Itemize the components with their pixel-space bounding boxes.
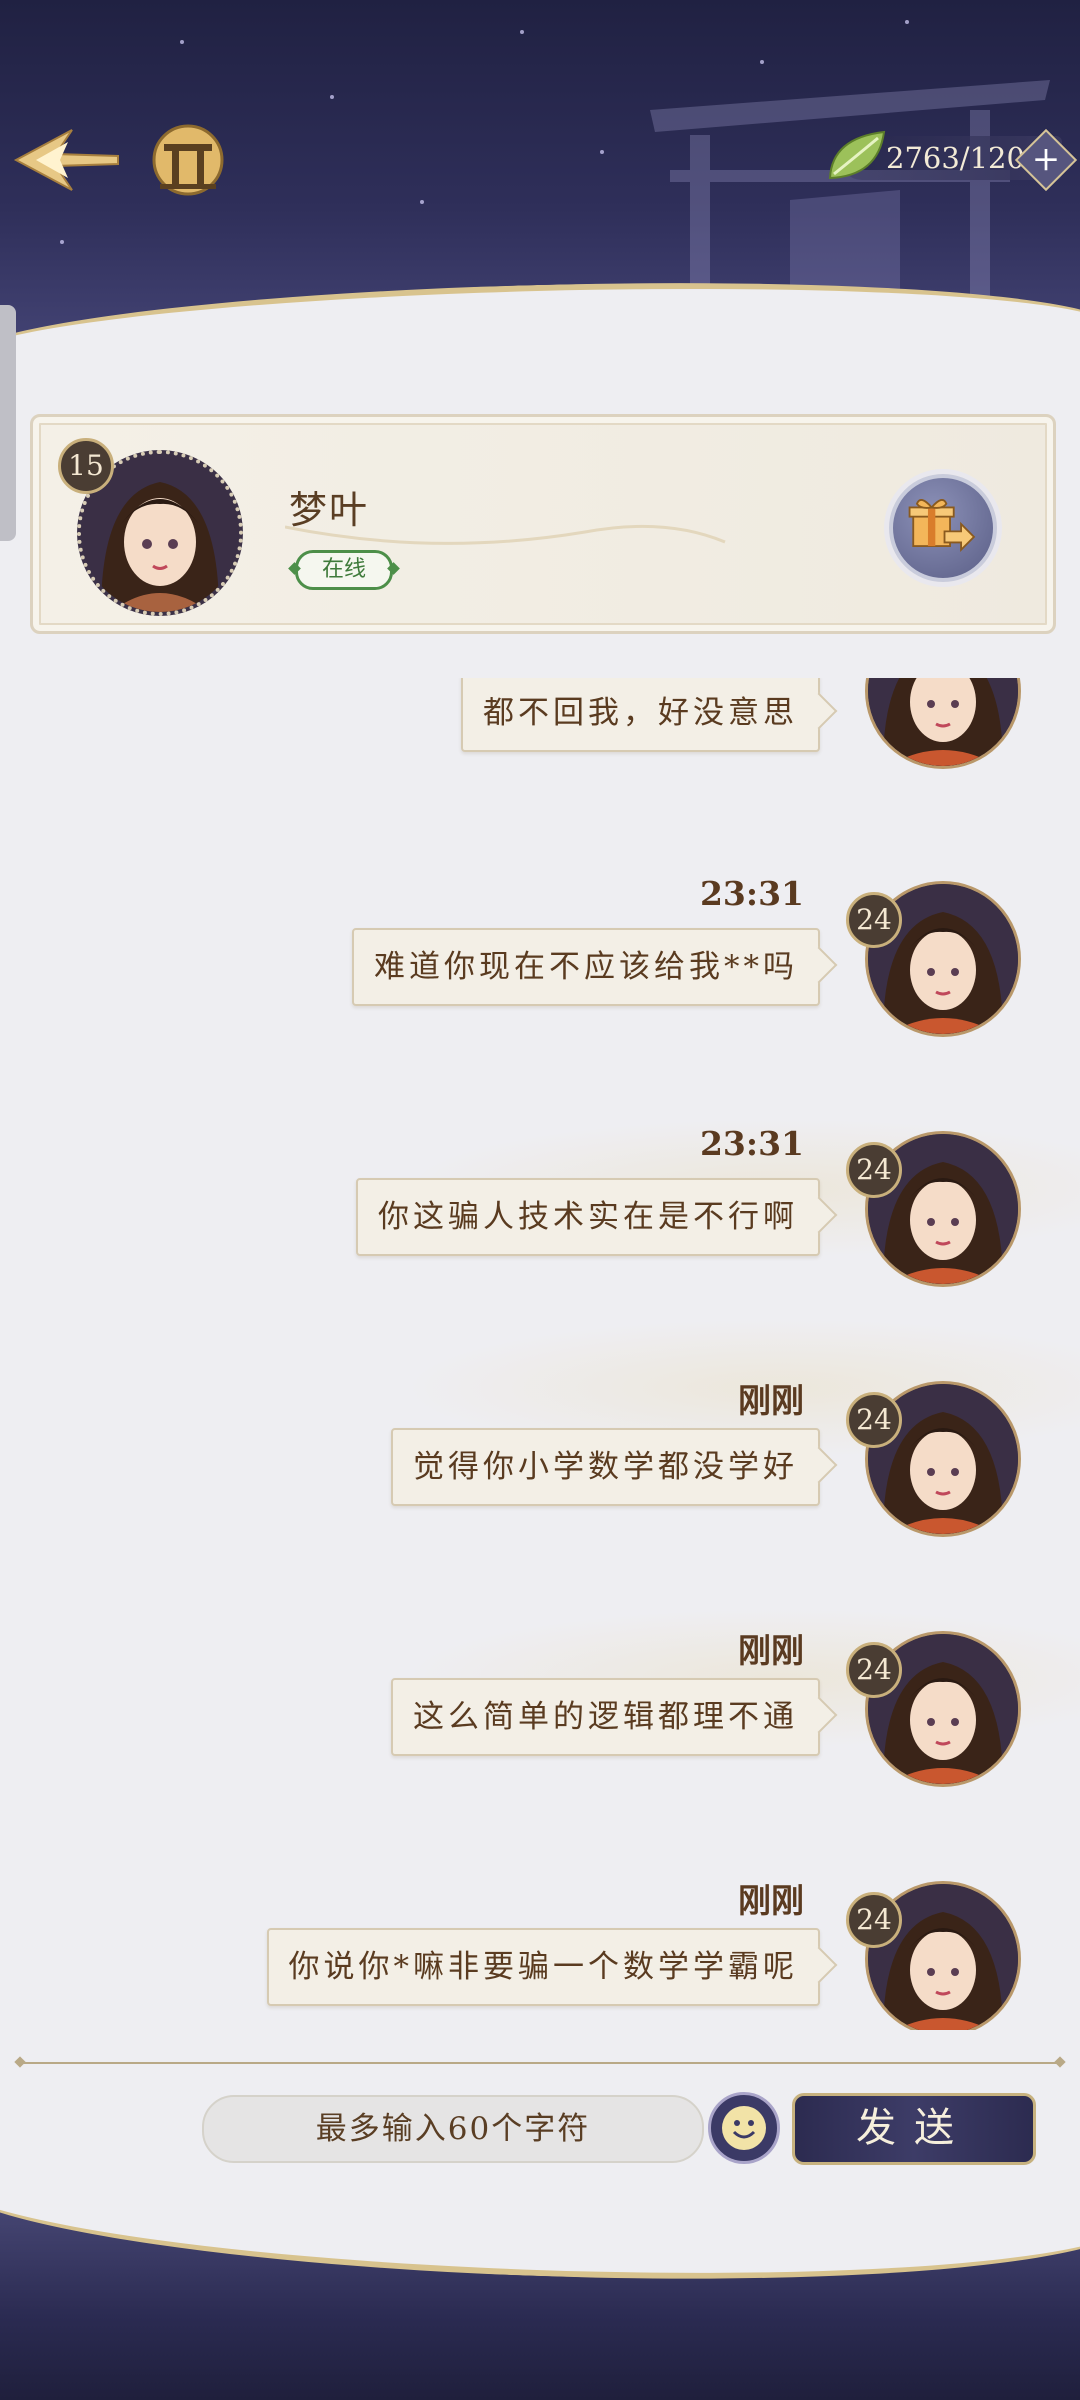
message-bubble[interactable]: 觉得你小学数学都没学好 (391, 1428, 838, 1506)
message-bubble[interactable]: 这么简单的逻辑都理不通 (391, 1678, 838, 1756)
message-text: 难道你现在不应该给我**吗 (374, 949, 798, 985)
chat-message-list[interactable]: 都不回我，好没意思 23:31 难道你现在不应该给我**吗 24 23:31 你… (0, 678, 1080, 2030)
chat-message: 23:31 你这骗人技术实在是不行啊 24 (0, 1124, 1080, 1374)
message-text: 你这骗人技术实在是不行啊 (378, 1199, 798, 1235)
sender-level-badge: 24 (846, 1892, 902, 1948)
top-banner: 2763/120 + (0, 0, 1080, 380)
sender-avatar[interactable] (850, 1866, 1035, 2030)
sender-level-badge: 24 (846, 892, 902, 948)
message-bubble[interactable]: 难道你现在不应该给我**吗 (352, 928, 838, 1006)
gift-send-icon (908, 499, 976, 552)
message-text: 这么简单的逻辑都理不通 (413, 1699, 798, 1735)
currency-counter: 2763/120 + (828, 128, 1078, 192)
message-time: 23:31 (699, 1124, 804, 1163)
chat-message: 刚刚 这么简单的逻辑都理不通 24 (0, 1624, 1080, 1874)
message-bubble[interactable]: 都不回我，好没意思 (461, 678, 838, 752)
currency-value: 2763/120 (886, 141, 1025, 175)
message-time: 刚刚 (738, 1631, 804, 1670)
back-arrow-icon[interactable] (12, 120, 122, 200)
leaf-icon (828, 130, 886, 180)
sender-level-badge: 24 (846, 1142, 902, 1198)
message-text: 你说你*嘛非要骗一个数学学霸呢 (288, 1949, 798, 1985)
message-time: 23:31 (699, 874, 804, 913)
bottom-wave-divider (0, 2190, 1080, 2297)
send-button[interactable]: 发送 (792, 2093, 1036, 2165)
message-input[interactable] (202, 2095, 704, 2163)
chat-message: 刚刚 觉得你小学数学都没学好 24 (0, 1374, 1080, 1624)
sender-avatar[interactable] (850, 678, 1035, 783)
message-text: 都不回我，好没意思 (483, 695, 798, 731)
online-status-badge: 在线 (295, 550, 393, 590)
side-pull-tab[interactable] (0, 305, 16, 541)
bottom-banner (0, 2190, 1080, 2400)
sender-level-badge: 24 (846, 1642, 902, 1698)
send-gift-button[interactable] (889, 474, 997, 582)
gate-icon[interactable] (150, 122, 226, 198)
profile-level-badge: 15 (58, 438, 114, 494)
emoji-button[interactable] (708, 2092, 780, 2164)
message-text: 觉得你小学数学都没学好 (413, 1449, 798, 1485)
plus-icon: + (1031, 139, 1061, 179)
profile-card: 15 梦叶 在线 (30, 414, 1056, 634)
chat-message: 23:31 难道你现在不应该给我**吗 24 (0, 874, 1080, 1124)
message-bubble[interactable]: 你这骗人技术实在是不行啊 (356, 1178, 838, 1256)
sender-level-badge: 24 (846, 1392, 902, 1448)
message-time: 刚刚 (738, 1381, 804, 1420)
input-divider (20, 2062, 1060, 2064)
profile-name: 梦叶 (289, 488, 370, 532)
smiley-icon (722, 2106, 766, 2150)
chat-message: 刚刚 你说你*嘛非要骗一个数学学霸呢 24 (0, 1874, 1080, 2030)
message-bubble[interactable]: 你说你*嘛非要骗一个数学学霸呢 (266, 1928, 838, 2006)
message-time: 刚刚 (738, 1881, 804, 1920)
